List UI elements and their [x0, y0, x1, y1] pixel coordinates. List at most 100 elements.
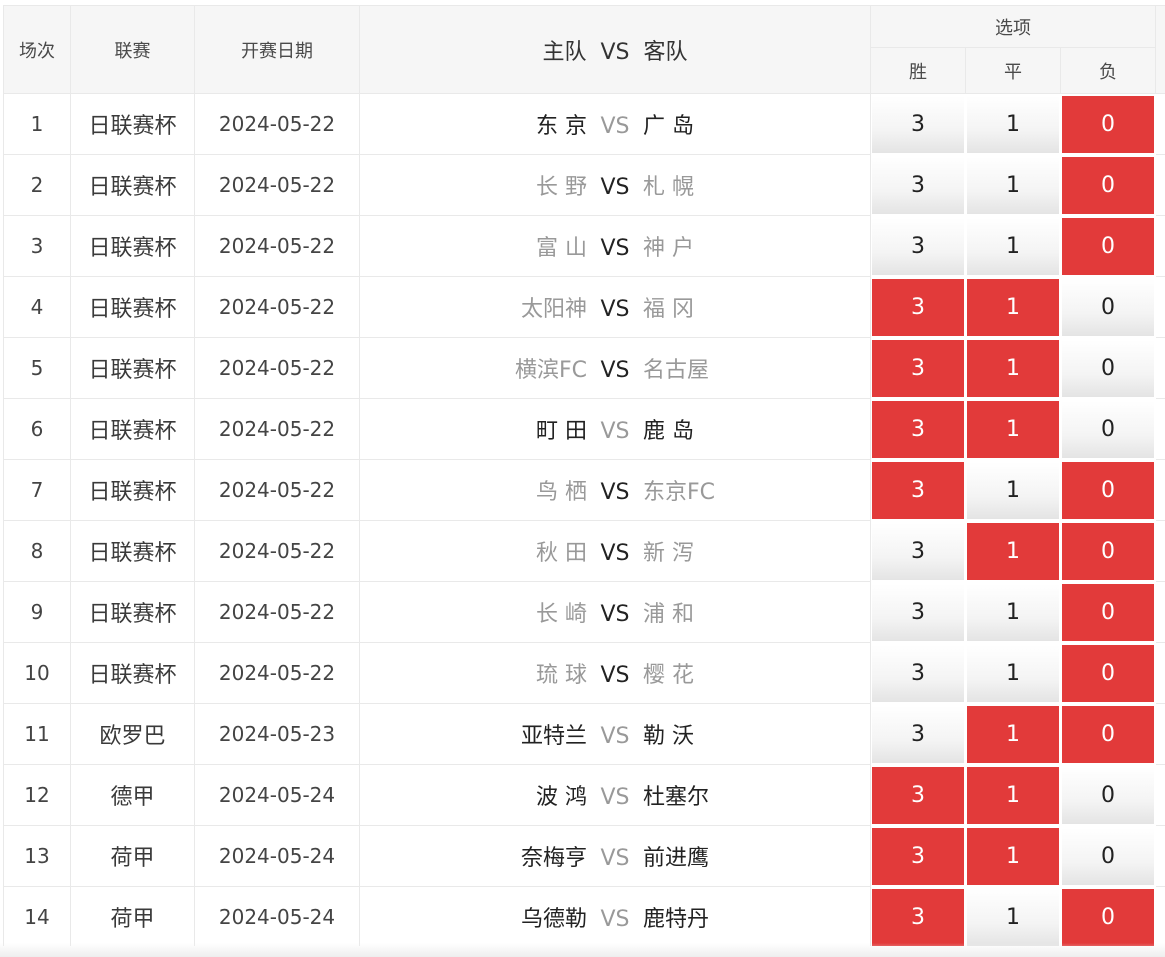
option-draw-button[interactable]: 1 — [967, 95, 1059, 153]
option-win-cell: 3 — [870, 581, 966, 643]
away-team: 勒 沃 — [643, 724, 694, 749]
scroll-gutter — [1155, 886, 1165, 946]
option-win-button[interactable]: 3 — [872, 766, 964, 824]
scroll-gutter — [1155, 276, 1165, 338]
option-win-button[interactable]: 3 — [872, 217, 964, 275]
option-loss-button[interactable]: 0 — [1062, 156, 1155, 214]
option-draw-button[interactable]: 1 — [967, 888, 1059, 946]
table-row: 12 德甲 2024-05-24 波 鸿 VS 杜塞尔 3 1 0 — [3, 764, 1165, 826]
option-draw-button[interactable]: 1 — [967, 278, 1059, 336]
option-win-button[interactable]: 3 — [872, 400, 964, 458]
match-date: 2024-05-22 — [194, 154, 360, 216]
scroll-gutter — [1155, 154, 1165, 216]
match-date: 2024-05-22 — [194, 459, 360, 521]
home-team: 横滨FC — [514, 358, 587, 383]
option-draw-cell: 1 — [965, 337, 1061, 399]
away-team: 广 岛 — [643, 114, 694, 139]
match-index: 12 — [3, 764, 71, 826]
vs-label: VS — [600, 419, 630, 444]
option-win-cell: 3 — [870, 93, 966, 155]
option-draw-button[interactable]: 1 — [967, 156, 1059, 214]
match-index: 9 — [3, 581, 71, 643]
option-win-cell: 3 — [870, 154, 966, 216]
option-draw-cell: 1 — [965, 886, 1061, 946]
option-loss-button[interactable]: 0 — [1062, 400, 1155, 458]
vs-label: VS — [600, 846, 630, 871]
option-loss-cell: 0 — [1059, 581, 1157, 643]
league-name: 日联赛杯 — [70, 337, 195, 399]
league-name: 日联赛杯 — [70, 459, 195, 521]
option-win-button[interactable]: 3 — [872, 156, 964, 214]
option-draw-button[interactable]: 1 — [967, 644, 1059, 702]
option-draw-cell: 1 — [965, 825, 1061, 887]
option-win-button[interactable]: 3 — [872, 339, 964, 397]
option-draw-cell: 1 — [965, 642, 1061, 704]
table-header: 场次 联赛 开赛日期 主队 VS 客队 选项 胜 平 负 — [3, 5, 1165, 94]
option-loss-button[interactable]: 0 — [1062, 766, 1155, 824]
option-win-button[interactable]: 3 — [872, 461, 964, 519]
option-win-cell: 3 — [870, 703, 966, 765]
option-draw-button[interactable]: 1 — [967, 583, 1059, 641]
option-draw-button[interactable]: 1 — [967, 461, 1059, 519]
match-index: 2 — [3, 154, 71, 216]
option-win-button[interactable]: 3 — [872, 583, 964, 641]
option-draw-button[interactable]: 1 — [967, 827, 1059, 885]
option-win-cell: 3 — [870, 642, 966, 704]
option-draw-button[interactable]: 1 — [967, 522, 1059, 580]
option-win-cell: 3 — [870, 520, 966, 582]
option-loss-button[interactable]: 0 — [1062, 461, 1155, 519]
option-draw-button[interactable]: 1 — [967, 400, 1059, 458]
away-team: 浦 和 — [643, 602, 694, 627]
match-date: 2024-05-22 — [194, 520, 360, 582]
scroll-gutter — [1155, 764, 1165, 826]
option-loss-button[interactable]: 0 — [1062, 705, 1155, 763]
option-draw-button[interactable]: 1 — [967, 217, 1059, 275]
option-win-button[interactable]: 3 — [872, 278, 964, 336]
option-win-button[interactable]: 3 — [872, 827, 964, 885]
scroll-gutter — [1155, 825, 1165, 887]
option-draw-cell: 1 — [965, 154, 1061, 216]
option-loss-button[interactable]: 0 — [1062, 278, 1155, 336]
option-win-button[interactable]: 3 — [872, 522, 964, 580]
match-date: 2024-05-22 — [194, 276, 360, 338]
option-win-cell: 3 — [870, 276, 966, 338]
home-team: 东 京 — [536, 114, 587, 139]
option-win-button[interactable]: 3 — [872, 705, 964, 763]
option-draw-button[interactable]: 1 — [967, 705, 1059, 763]
header-scroll-gutter — [1155, 5, 1165, 94]
option-loss-cell: 0 — [1059, 459, 1157, 521]
option-win-cell: 3 — [870, 459, 966, 521]
option-loss-button[interactable]: 0 — [1062, 888, 1155, 946]
league-name: 德甲 — [70, 764, 195, 826]
option-loss-button[interactable]: 0 — [1062, 522, 1155, 580]
option-win-button[interactable]: 3 — [872, 644, 964, 702]
option-loss-cell: 0 — [1059, 215, 1157, 277]
option-loss-button[interactable]: 0 — [1062, 827, 1155, 885]
option-loss-cell: 0 — [1059, 337, 1157, 399]
option-loss-button[interactable]: 0 — [1062, 217, 1155, 275]
option-loss-button[interactable]: 0 — [1062, 583, 1155, 641]
matchup: 横滨FC VS 名古屋 — [359, 337, 871, 399]
option-loss-cell: 0 — [1059, 154, 1157, 216]
option-loss-button[interactable]: 0 — [1062, 644, 1155, 702]
match-date: 2024-05-22 — [194, 581, 360, 643]
option-draw-button[interactable]: 1 — [967, 339, 1059, 397]
option-loss-button[interactable]: 0 — [1062, 339, 1155, 397]
league-name: 日联赛杯 — [70, 154, 195, 216]
match-table-container: 场次 联赛 开赛日期 主队 VS 客队 选项 胜 平 负 1 日联赛杯 2024… — [3, 5, 1165, 946]
option-draw-cell: 1 — [965, 581, 1061, 643]
match-index: 14 — [3, 886, 71, 946]
option-draw-cell: 1 — [965, 703, 1061, 765]
home-team: 町 田 — [536, 419, 587, 444]
option-win-button[interactable]: 3 — [872, 888, 964, 946]
option-draw-button[interactable]: 1 — [967, 766, 1059, 824]
league-name: 荷甲 — [70, 825, 195, 887]
matchup: 富 山 VS 神 户 — [359, 215, 871, 277]
header-draw: 平 — [965, 47, 1061, 94]
header-home: 主队 — [542, 39, 587, 65]
option-win-button[interactable]: 3 — [872, 95, 964, 153]
match-date: 2024-05-24 — [194, 825, 360, 887]
header-matchup: 主队 VS 客队 — [359, 5, 871, 94]
option-loss-button[interactable]: 0 — [1062, 95, 1155, 153]
away-team: 东京FC — [643, 480, 716, 505]
